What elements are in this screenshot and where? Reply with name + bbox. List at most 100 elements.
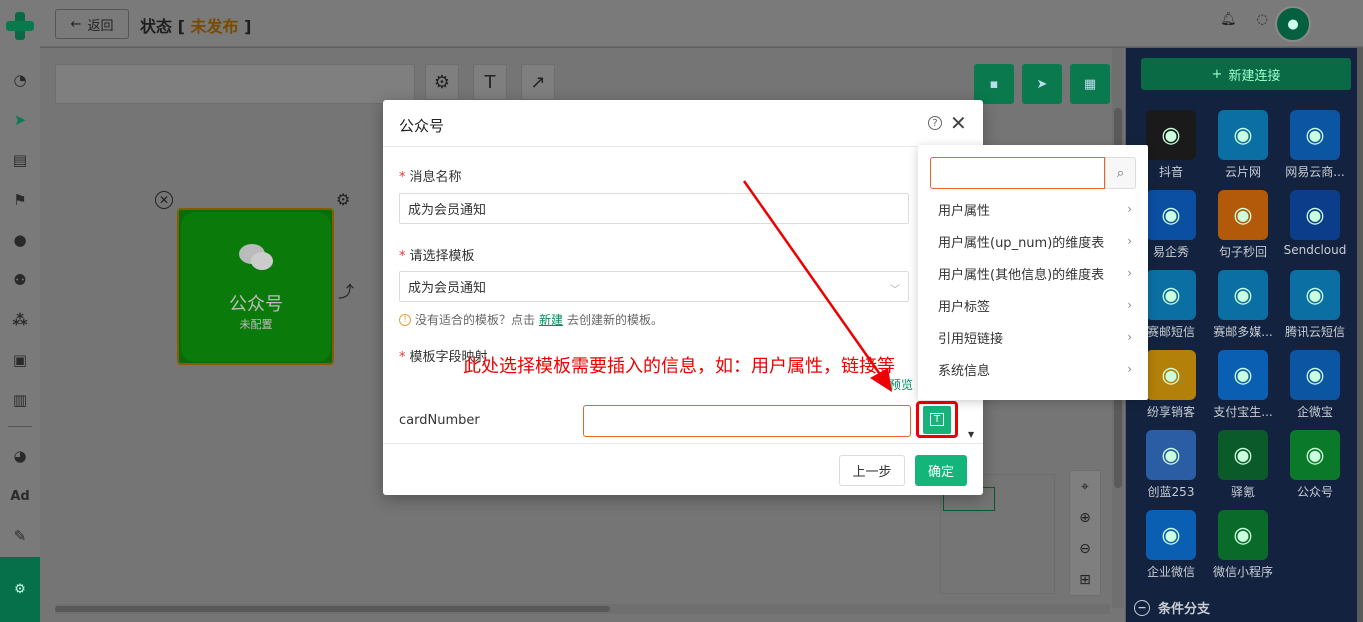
user-avatar-icon: ●: [1287, 16, 1299, 32]
layout-icon[interactable]: ▤: [8, 148, 32, 172]
app-item-label: 支付宝生...: [1213, 405, 1273, 419]
send-icon[interactable]: ➤: [8, 108, 32, 132]
arrow-icon[interactable]: ↗: [521, 64, 555, 100]
message-name-input[interactable]: 成为会员通知: [399, 193, 909, 224]
status-bracket-open: [: [177, 17, 185, 36]
users-icon[interactable]: ⚉: [8, 268, 32, 292]
app-item[interactable]: ◉ 腾讯云短信: [1282, 270, 1348, 346]
dashboard-icon[interactable]: ◔: [8, 68, 32, 92]
app-logo-icon: [6, 12, 34, 40]
canvas-horizontal-scrollbar[interactable]: [55, 604, 1110, 614]
eqxiu-icon: ◉: [1146, 190, 1196, 240]
dropdown-item[interactable]: 用户属性 ›: [918, 193, 1148, 225]
app-item[interactable]: ◉ 云片网: [1210, 110, 1276, 186]
wechat-nav-icon[interactable]: ◕: [8, 444, 32, 468]
app-item[interactable]: ◉ 企业微信: [1138, 510, 1204, 586]
locate-icon[interactable]: ⌖: [1070, 471, 1100, 502]
fxiaoke-icon: ◉: [1146, 350, 1196, 400]
nav-bottom-settings-icon[interactable]: ⚙: [0, 557, 40, 622]
qiweibao-icon: ◉: [1290, 350, 1340, 400]
message-name-label: * 消息名称: [399, 166, 462, 185]
group-icon[interactable]: ⁂: [8, 308, 32, 332]
app-item[interactable]: ◉ 企微宝: [1282, 350, 1348, 426]
app-item-label: 驿氪: [1230, 485, 1255, 499]
field-name-label: cardNumber: [399, 413, 480, 428]
contact-card-icon[interactable]: ▣: [8, 348, 32, 372]
dropdown-item[interactable]: 用户属性(其他信息)的维度表 ›: [918, 257, 1148, 289]
chevron-right-icon: ›: [1127, 298, 1132, 312]
chevron-right-icon: ›: [1127, 234, 1132, 248]
chat-icon[interactable]: ◌: [1257, 12, 1268, 27]
text-icon[interactable]: T: [473, 64, 507, 100]
template-icon[interactable]: ▦: [1070, 64, 1110, 104]
bar-chart-icon[interactable]: ▥: [8, 388, 32, 412]
avatar[interactable]: ●: [1275, 6, 1311, 42]
help-icon[interactable]: ?: [928, 116, 942, 130]
app-item[interactable]: ◉ 支付宝生...: [1210, 350, 1276, 426]
required-icon: *: [399, 170, 406, 185]
template-label: * 请选择模板: [399, 245, 475, 264]
template-select[interactable]: 成为会员通知 ﹀: [399, 271, 909, 302]
panel-scrollbar[interactable]: [1357, 48, 1363, 622]
previous-step-button[interactable]: 上一步: [839, 455, 905, 486]
status-value: 未发布: [190, 17, 239, 36]
ad-icon[interactable]: Ad: [8, 484, 32, 508]
dropdown-item-label: 用户属性(其他信息)的维度表: [938, 267, 1105, 283]
message-name-label-text: 消息名称: [409, 170, 462, 185]
app-item[interactable]: ◉ 驿氪: [1210, 430, 1276, 506]
dropdown-item[interactable]: 用户属性(up_num)的维度表 ›: [918, 225, 1148, 257]
close-icon[interactable]: ✕: [950, 111, 967, 135]
new-connection-button[interactable]: + 新建连接: [1141, 58, 1351, 90]
app-item[interactable]: ◉ 微信小程序: [1210, 510, 1276, 586]
wechat-config-dialog: 公众号 ? ✕ * 消息名称 成为会员通知 * 请选择模板 成为会员通知 ﹀ ! 没…: [383, 100, 983, 495]
saiyou-sms-icon: ◉: [1146, 270, 1196, 320]
create-template-link[interactable]: 新建: [539, 311, 563, 328]
back-button[interactable]: ← 返回: [55, 9, 129, 39]
search-icon[interactable]: ⌕: [1105, 157, 1136, 189]
yunpian-icon: ◉: [1218, 110, 1268, 160]
condition-branch-section[interactable]: − 条件分支: [1134, 598, 1210, 617]
scrollbar-thumb[interactable]: [55, 606, 610, 612]
app-item[interactable]: ◉ 赛邮多媒...: [1210, 270, 1276, 346]
flag-icon[interactable]: ⚑: [8, 188, 32, 212]
fit-icon[interactable]: ⊞: [1070, 564, 1100, 595]
confirm-button[interactable]: 确定: [915, 455, 967, 486]
tencent-cloud-icon: ◉: [1290, 270, 1340, 320]
canvas-toolbar-field[interactable]: [55, 64, 415, 104]
template-select-value: 成为会员通知: [408, 281, 487, 296]
chuanglan-icon: ◉: [1146, 430, 1196, 480]
top-icons: 🔔︎ ◌: [1220, 12, 1268, 27]
wechat-node-card: 公众号 未配置: [181, 212, 331, 362]
wechat-node[interactable]: 公众号 未配置: [177, 208, 334, 365]
insert-variable-button[interactable]: T: [916, 401, 958, 438]
netease-icon: ◉: [1290, 110, 1340, 160]
app-item[interactable]: ◉ 网易云商...: [1282, 110, 1348, 186]
scroll-down-icon[interactable]: ▼: [968, 430, 974, 439]
save-icon[interactable]: ▪: [974, 64, 1014, 104]
dropdown-item[interactable]: 引用短链接 ›: [918, 321, 1148, 353]
sendcloud-icon: ◉: [1290, 190, 1340, 240]
wrench-icon[interactable]: ✎: [8, 524, 32, 548]
card-number-input[interactable]: [583, 405, 911, 437]
publish-icon[interactable]: ➤: [1022, 64, 1062, 104]
dropdown-item-label: 用户属性(up_num)的维度表: [938, 235, 1105, 251]
node-delete-icon[interactable]: ✕: [155, 191, 173, 209]
bell-icon[interactable]: 🔔︎: [1220, 12, 1237, 27]
user-icon[interactable]: ●: [8, 228, 32, 252]
app-item[interactable]: ◉ Sendcloud: [1282, 190, 1348, 266]
app-item[interactable]: ◉ 创蓝253: [1138, 430, 1204, 506]
app-item[interactable]: ◉ 公众号: [1282, 430, 1348, 506]
node-settings-icon[interactable]: ⚙: [336, 190, 350, 209]
arrow-left-icon: ←: [70, 16, 82, 32]
dropdown-search-input[interactable]: [930, 157, 1105, 189]
connector-icon[interactable]: ⤴: [338, 278, 354, 302]
zoom-in-icon[interactable]: ⊕: [1070, 502, 1100, 533]
chevron-right-icon: ›: [1127, 266, 1132, 280]
dropdown-item[interactable]: 系统信息 ›: [918, 353, 1148, 385]
zoom-out-icon[interactable]: ⊖: [1070, 533, 1100, 564]
gear-icon[interactable]: ⚙: [425, 64, 459, 100]
preview-link[interactable]: 预览: [889, 376, 913, 393]
app-item[interactable]: ◉ 句子秒回: [1210, 190, 1276, 266]
dropdown-item[interactable]: 用户标签 ›: [918, 289, 1148, 321]
alipay-icon: ◉: [1218, 350, 1268, 400]
